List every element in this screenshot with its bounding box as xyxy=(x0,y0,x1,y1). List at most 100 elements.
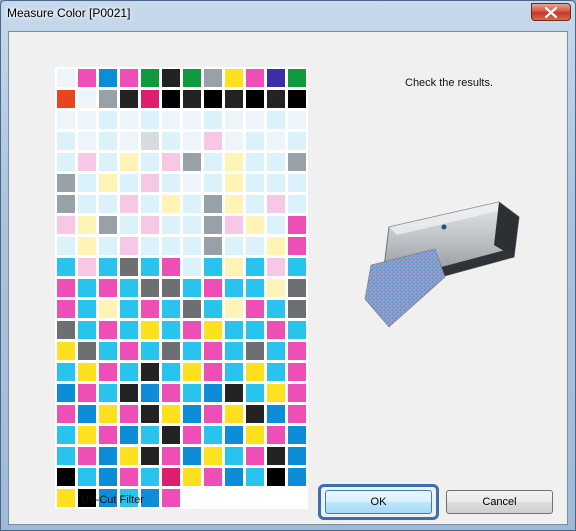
color-patch xyxy=(225,405,243,423)
color-patch xyxy=(120,468,138,486)
color-patch xyxy=(141,342,159,360)
color-patch xyxy=(267,216,285,234)
color-patch xyxy=(267,405,285,423)
color-patch xyxy=(78,90,96,108)
color-patch-chart xyxy=(55,67,308,509)
color-patch xyxy=(162,111,180,129)
color-patch xyxy=(246,342,264,360)
color-patch xyxy=(183,321,201,339)
color-patch xyxy=(225,342,243,360)
color-patch xyxy=(288,405,306,423)
color-patch xyxy=(162,447,180,465)
color-patch xyxy=(99,405,117,423)
color-patch xyxy=(120,321,138,339)
color-patch xyxy=(204,468,222,486)
color-patch xyxy=(78,468,96,486)
color-patch xyxy=(183,279,201,297)
color-patch xyxy=(120,111,138,129)
color-patch xyxy=(78,111,96,129)
color-patch xyxy=(183,195,201,213)
color-patch xyxy=(225,468,243,486)
color-patch xyxy=(288,279,306,297)
color-patch xyxy=(120,69,138,87)
color-patch xyxy=(225,132,243,150)
color-patch xyxy=(141,216,159,234)
color-patch xyxy=(267,258,285,276)
color-patch xyxy=(162,132,180,150)
color-patch xyxy=(288,447,306,465)
color-patch xyxy=(141,195,159,213)
color-patch xyxy=(78,132,96,150)
color-patch xyxy=(267,300,285,318)
color-patch xyxy=(204,69,222,87)
color-patch xyxy=(162,237,180,255)
color-patch xyxy=(225,279,243,297)
ok-button[interactable]: OK xyxy=(325,490,432,514)
color-patch xyxy=(204,132,222,150)
color-patch xyxy=(120,300,138,318)
color-patch xyxy=(246,69,264,87)
color-patch xyxy=(225,258,243,276)
color-patch xyxy=(162,174,180,192)
color-patch xyxy=(162,384,180,402)
color-patch xyxy=(225,426,243,444)
color-patch xyxy=(78,69,96,87)
color-patch xyxy=(225,321,243,339)
color-patch xyxy=(267,132,285,150)
color-patch xyxy=(141,132,159,150)
color-patch xyxy=(78,237,96,255)
title-bar[interactable]: Measure Color [P0021] xyxy=(1,1,575,25)
color-patch xyxy=(141,258,159,276)
color-patch xyxy=(288,153,306,171)
color-patch xyxy=(225,195,243,213)
color-patch xyxy=(225,300,243,318)
color-patch xyxy=(204,90,222,108)
color-patch xyxy=(120,90,138,108)
color-patch xyxy=(162,195,180,213)
color-patch xyxy=(246,174,264,192)
color-patch xyxy=(57,153,75,171)
color-patch xyxy=(162,90,180,108)
color-patch xyxy=(204,237,222,255)
window-title: Measure Color [P0021] xyxy=(7,6,131,20)
color-patch xyxy=(141,426,159,444)
color-patch xyxy=(204,447,222,465)
color-patch xyxy=(183,111,201,129)
color-patch xyxy=(246,258,264,276)
color-patch xyxy=(204,279,222,297)
color-patch xyxy=(57,132,75,150)
color-patch xyxy=(99,216,117,234)
color-patch xyxy=(183,69,201,87)
color-patch xyxy=(225,174,243,192)
color-patch xyxy=(225,90,243,108)
color-patch xyxy=(225,489,243,507)
color-patch xyxy=(246,447,264,465)
color-patch xyxy=(162,153,180,171)
cancel-button[interactable]: Cancel xyxy=(446,490,553,514)
color-patch xyxy=(57,279,75,297)
color-patch xyxy=(162,489,180,507)
color-patch xyxy=(288,489,306,507)
color-patch xyxy=(141,300,159,318)
color-patch xyxy=(183,174,201,192)
color-patch xyxy=(267,174,285,192)
color-patch xyxy=(120,153,138,171)
color-patch xyxy=(183,426,201,444)
color-patch xyxy=(204,195,222,213)
color-patch xyxy=(162,69,180,87)
color-patch xyxy=(162,468,180,486)
color-patch xyxy=(288,468,306,486)
color-patch xyxy=(78,405,96,423)
color-patch xyxy=(288,90,306,108)
color-patch xyxy=(267,426,285,444)
color-patch xyxy=(204,216,222,234)
color-patch xyxy=(78,195,96,213)
color-patch xyxy=(162,405,180,423)
color-patch xyxy=(204,384,222,402)
color-patch xyxy=(141,90,159,108)
color-patch xyxy=(120,447,138,465)
color-patch xyxy=(99,111,117,129)
color-patch xyxy=(99,90,117,108)
color-patch xyxy=(267,447,285,465)
close-button[interactable] xyxy=(531,3,571,21)
